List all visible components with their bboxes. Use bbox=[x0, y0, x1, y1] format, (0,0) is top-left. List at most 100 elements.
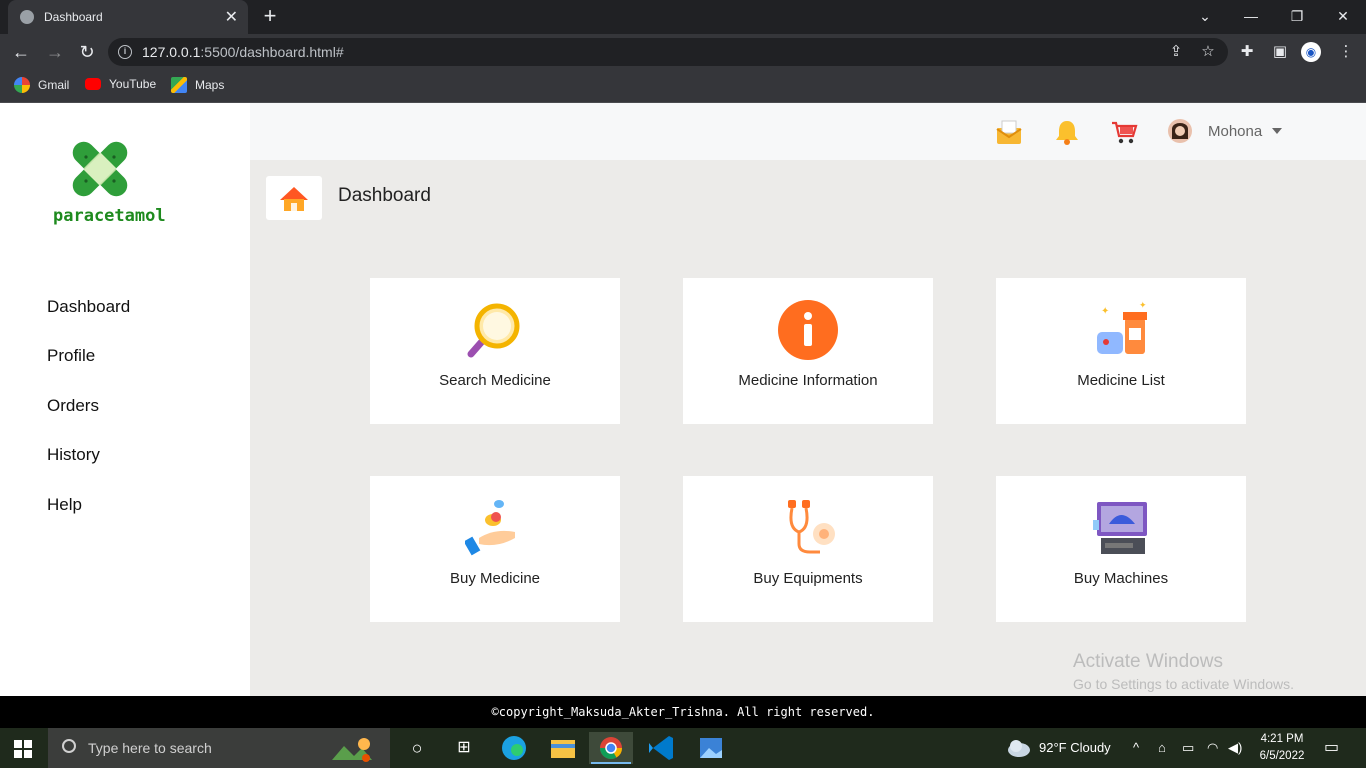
bookmark-star-icon[interactable]: ☆ bbox=[1198, 42, 1218, 62]
card-search-medicine[interactable]: Search Medicine bbox=[370, 278, 620, 424]
file-explorer-icon[interactable] bbox=[541, 732, 585, 764]
home-icon bbox=[280, 187, 308, 211]
stethoscope-icon bbox=[788, 500, 835, 554]
footer: ©copyright_Maksuda_Akter_Trishna. All ri… bbox=[0, 696, 1366, 728]
search-highlight-icon bbox=[332, 738, 372, 762]
task-view-icon[interactable]: ○ bbox=[395, 732, 439, 764]
maps-icon bbox=[171, 77, 187, 93]
bookmark-label: Maps bbox=[195, 78, 225, 92]
windows-taskbar: Type here to search ○ ⊞ 92°F Cloudy ^ ⌂ … bbox=[0, 728, 1366, 768]
mail-icon[interactable] bbox=[995, 119, 1023, 145]
user-menu[interactable]: Mohona bbox=[1168, 119, 1283, 143]
bookmark-maps[interactable]: Maps bbox=[171, 77, 224, 93]
card-buy-medicine[interactable]: Buy Medicine bbox=[370, 476, 620, 622]
home-button[interactable] bbox=[266, 176, 322, 220]
svg-text:✦: ✦ bbox=[1139, 300, 1147, 310]
reload-icon[interactable]: ↻ bbox=[74, 39, 100, 65]
edge-browser-icon[interactable] bbox=[492, 732, 536, 764]
sidebar-item-dashboard[interactable]: Dashboard bbox=[47, 297, 130, 317]
cart-icon[interactable] bbox=[1110, 119, 1138, 145]
card-label: Medicine Information bbox=[738, 372, 878, 389]
user-name: Mohona bbox=[1208, 122, 1263, 140]
extensions-icon[interactable]: ✚ bbox=[1237, 42, 1257, 62]
url-host: 127.0.0.1 bbox=[142, 44, 201, 60]
clock-date: 6/5/2022 bbox=[1259, 750, 1305, 762]
card-label: Search Medicine bbox=[439, 372, 551, 389]
window-close-icon[interactable]: ✕ bbox=[1320, 0, 1366, 34]
url-path: :5500/dashboard.html# bbox=[200, 44, 344, 60]
search-placeholder: Type here to search bbox=[88, 740, 212, 756]
hand-pills-icon bbox=[465, 500, 515, 556]
magnifier-icon bbox=[467, 303, 520, 358]
notification-icon[interactable]: ▭ bbox=[1324, 728, 1339, 768]
card-label: Medicine List bbox=[1077, 372, 1165, 389]
minimize-icon[interactable]: — bbox=[1228, 0, 1274, 34]
browser-tab[interactable]: Dashboard ✕ bbox=[8, 0, 248, 34]
pill-bottles-icon: ✦ ✦ bbox=[1097, 300, 1147, 354]
volume-icon[interactable]: ◀) bbox=[1228, 728, 1242, 768]
network-device-icon[interactable]: ⌂ bbox=[1158, 728, 1166, 768]
close-tab-icon[interactable]: ✕ bbox=[225, 7, 238, 27]
card-label: Buy Equipments bbox=[753, 570, 863, 587]
wifi-icon[interactable]: ◠ bbox=[1207, 728, 1218, 768]
menu-kebab-icon[interactable]: ⋮ bbox=[1336, 42, 1356, 62]
bookmark-gmail[interactable]: Gmail bbox=[14, 77, 69, 93]
card-label: Buy Medicine bbox=[449, 570, 541, 587]
browser-tab-bar: Dashboard ✕ + ⌄ — ❐ ✕ bbox=[0, 0, 1366, 34]
chevron-up-icon[interactable]: ^ bbox=[1133, 728, 1139, 768]
sidebar-item-help[interactable]: Help bbox=[47, 495, 82, 515]
vscode-icon[interactable] bbox=[639, 732, 683, 764]
avatar bbox=[1168, 119, 1192, 143]
weather-widget[interactable]: 92°F Cloudy bbox=[1039, 728, 1111, 768]
restore-icon[interactable]: ❐ bbox=[1274, 0, 1320, 34]
side-panel-icon[interactable]: ▣ bbox=[1270, 42, 1290, 62]
chrome-icon[interactable] bbox=[589, 732, 633, 764]
info-icon bbox=[778, 300, 838, 360]
card-medicine-list[interactable]: ✦ ✦ Medicine List bbox=[996, 278, 1246, 424]
new-tab-button[interactable]: + bbox=[258, 4, 282, 28]
system-clock[interactable]: 4:21 PM 6/5/2022 bbox=[1256, 731, 1308, 765]
bookmark-label: YouTube bbox=[109, 77, 157, 91]
page: paracetamol Dashboard Profile Orders His… bbox=[0, 103, 1366, 696]
globe-icon bbox=[20, 10, 34, 24]
tab-search-icon[interactable]: ⌄ bbox=[1182, 0, 1228, 34]
logo-text[interactable]: paracetamol bbox=[53, 206, 166, 226]
sidebar-item-history[interactable]: History bbox=[47, 445, 100, 465]
card-label: Buy Machines bbox=[1073, 570, 1169, 587]
activate-windows-title: Activate Windows bbox=[1073, 651, 1223, 672]
photos-icon[interactable] bbox=[689, 732, 733, 764]
page-title: Dashboard bbox=[338, 185, 431, 206]
google-icon bbox=[14, 77, 30, 93]
browser-toolbar: ← → ↻ i 127.0.0.1:5500/dashboard.html# ⇪… bbox=[0, 34, 1366, 70]
youtube-icon bbox=[85, 78, 101, 90]
bookmark-youtube[interactable]: YouTube bbox=[85, 77, 156, 91]
address-bar[interactable]: i 127.0.0.1:5500/dashboard.html# bbox=[108, 38, 1228, 66]
card-buy-equipments[interactable]: Buy Equipments bbox=[683, 476, 933, 622]
activate-windows-hint: Go to Settings to activate Windows. bbox=[1073, 676, 1294, 692]
bookmarks-bar: Gmail YouTube Maps bbox=[0, 70, 1366, 103]
sidebar: paracetamol Dashboard Profile Orders His… bbox=[0, 103, 250, 696]
card-medicine-information[interactable]: Medicine Information bbox=[683, 278, 933, 424]
back-icon[interactable]: ← bbox=[8, 39, 34, 65]
taskbar-search-input[interactable]: Type here to search bbox=[48, 728, 390, 768]
svg-text:✦: ✦ bbox=[1101, 306, 1109, 317]
windows-start-icon[interactable] bbox=[14, 740, 32, 758]
tab-title: Dashboard bbox=[44, 10, 103, 24]
clock-time: 4:21 PM bbox=[1260, 733, 1304, 745]
card-buy-machines[interactable]: Buy Machines bbox=[996, 476, 1246, 622]
forward-icon[interactable]: → bbox=[42, 39, 68, 65]
top-bar: Mohona bbox=[250, 103, 1366, 160]
bookmark-label: Gmail bbox=[38, 78, 70, 92]
profile-icon[interactable]: ◉ bbox=[1301, 42, 1321, 62]
sidebar-item-orders[interactable]: Orders bbox=[47, 396, 99, 416]
sidebar-item-profile[interactable]: Profile bbox=[47, 346, 95, 366]
battery-icon[interactable]: ▭ bbox=[1182, 728, 1194, 768]
share-icon[interactable]: ⇪ bbox=[1166, 42, 1186, 62]
search-icon bbox=[62, 739, 76, 753]
cloud-icon bbox=[1008, 740, 1030, 757]
widgets-icon[interactable]: ⊞ bbox=[442, 732, 486, 764]
chevron-down-icon bbox=[1272, 128, 1283, 134]
site-info-icon[interactable]: i bbox=[118, 45, 132, 59]
ultrasound-machine-icon bbox=[1093, 502, 1147, 554]
bell-icon[interactable] bbox=[1053, 119, 1081, 145]
